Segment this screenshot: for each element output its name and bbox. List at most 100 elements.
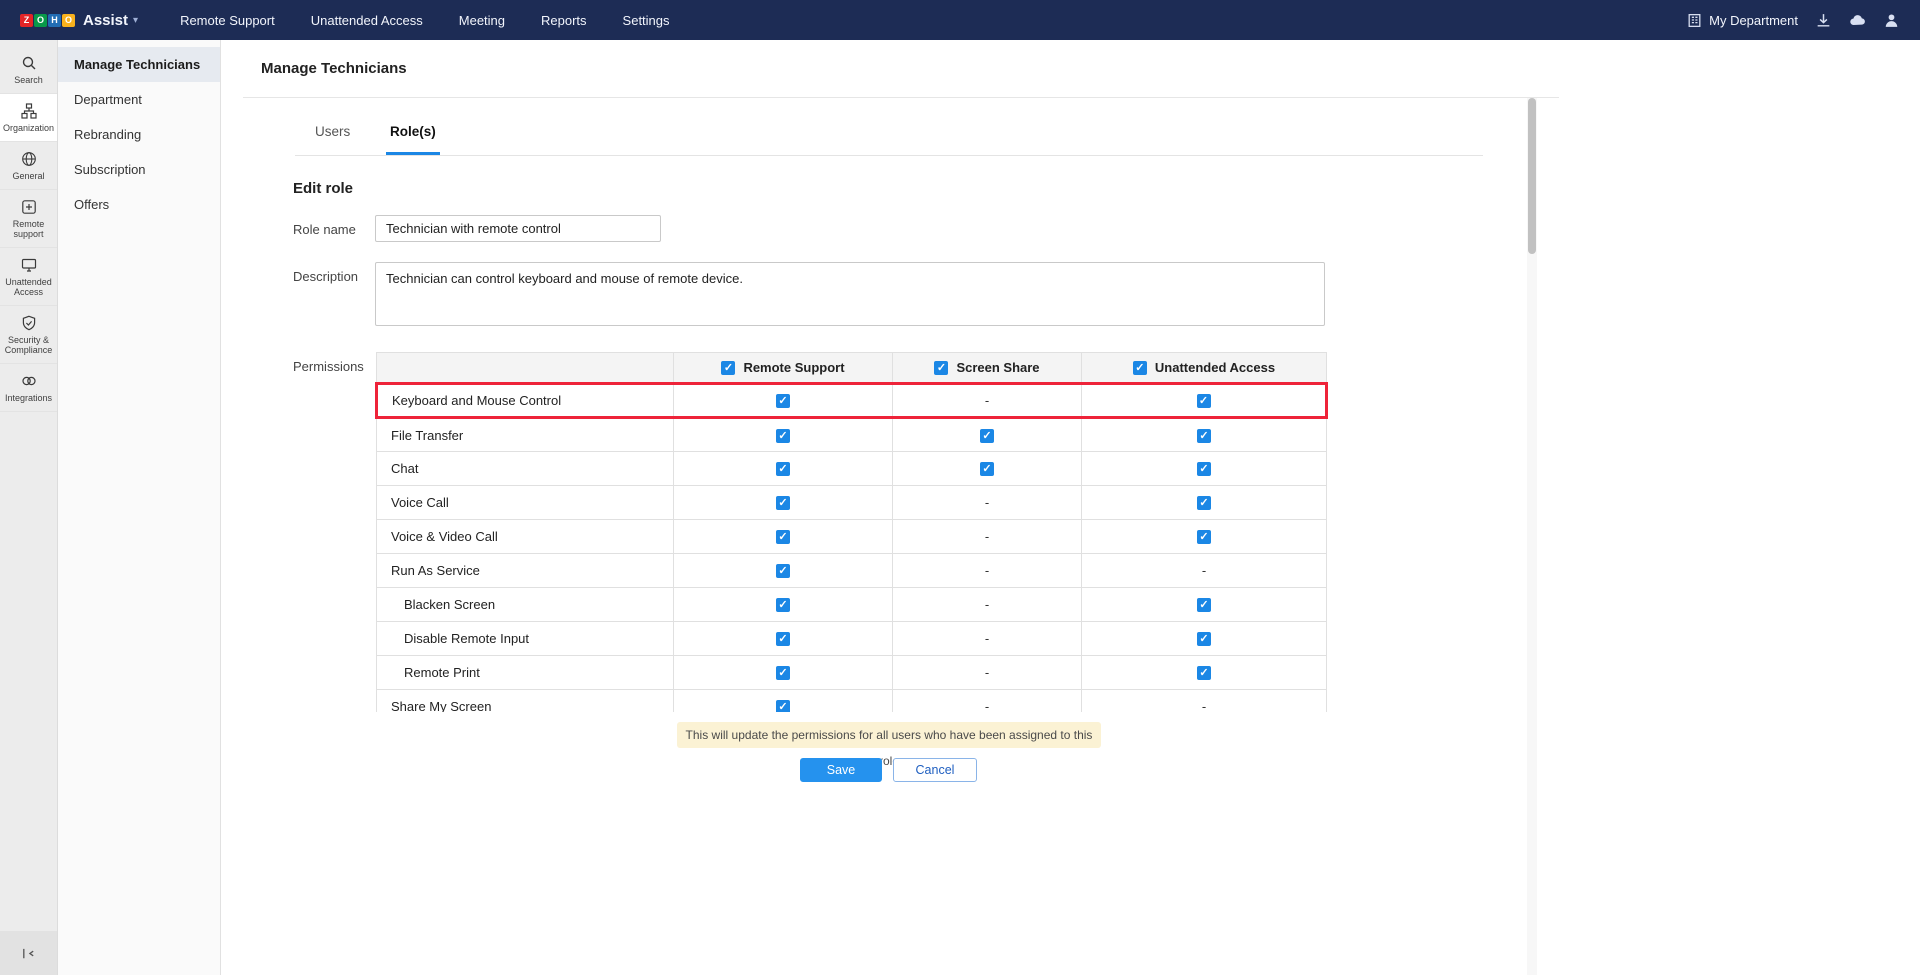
tab-roles[interactable]: Role(s) [386,120,440,155]
permissions-table-wrap: ✓Remote Support✓Screen Share✓Unattended … [375,352,1331,712]
permission-cell: ✓ [674,520,893,554]
sidebar-item-label: Integrations [5,393,52,403]
collapse-sidebar-button[interactable] [0,931,57,975]
permission-cell: ✓ [674,418,893,452]
edit-role-heading: Edit role [293,180,353,197]
cloud-icon[interactable] [1849,12,1866,29]
download-icon[interactable] [1815,12,1832,29]
permission-checkbox-checked[interactable]: ✓ [980,462,994,476]
subnav-rebranding[interactable]: Rebranding [58,117,220,152]
logo-letter-o1: O [34,14,47,27]
nav-settings[interactable]: Settings [623,13,670,28]
subnav-department[interactable]: Department [58,82,220,117]
permission-checkbox-checked[interactable]: ✓ [1197,462,1211,476]
permissions-label: Permissions [293,359,364,374]
nav-remote-support[interactable]: Remote Support [180,13,275,28]
permission-checkbox-checked[interactable]: ✓ [776,429,790,443]
search-icon [21,55,37,71]
permission-checkbox-checked[interactable]: ✓ [1197,666,1211,680]
permission-cell: ✓ [1082,520,1327,554]
sidebar-item-organization[interactable]: Organization [0,94,57,142]
permission-feature-name: Keyboard and Mouse Control [377,384,674,418]
main-content: Users Role(s) Edit role Role name Descri… [221,98,1561,918]
permission-checkbox-checked[interactable]: ✓ [1197,632,1211,646]
permission-cell: ✓ [674,554,893,588]
sidebar-item-security-compliance[interactable]: Security & Compliance [0,306,57,364]
column-label: Unattended Access [1155,360,1275,375]
page-title: Manage Technicians [243,40,1559,98]
permission-checkbox-checked[interactable]: ✓ [1197,394,1211,408]
unattended-access-icon [21,257,37,273]
brand-name[interactable]: Assist [83,12,128,29]
permission-checkbox-checked[interactable]: ✓ [776,462,790,476]
subnav-offers[interactable]: Offers [58,187,220,222]
permission-checkbox-checked[interactable]: ✓ [776,598,790,612]
sidebar-item-general[interactable]: General [0,142,57,190]
permission-cell-not-applicable: - [893,588,1082,622]
sidebar-item-unattended-access[interactable]: Unattended Access [0,248,57,306]
permission-cell: ✓ [674,588,893,622]
permission-row: Run As Service✓-- [377,554,1327,588]
permission-cell: ✓ [1082,384,1327,418]
subnav-subscription[interactable]: Subscription [58,152,220,187]
vertical-scrollbar[interactable] [1527,98,1537,975]
permission-cell-not-applicable: - [1082,554,1327,588]
update-permissions-notice: This will update the permissions for all… [677,722,1101,748]
nav-unattended-access[interactable]: Unattended Access [311,13,423,28]
user-profile-icon[interactable] [1883,12,1900,29]
organization-icon [21,103,37,119]
permission-checkbox-checked[interactable]: ✓ [776,632,790,646]
column-select-all-checkbox[interactable]: ✓ [721,361,735,375]
permission-cell-not-applicable: - [893,690,1082,713]
feature-column-header [377,353,674,384]
sidebar-item-integrations[interactable]: Integrations [0,364,57,412]
permission-feature-name: Voice & Video Call [377,520,674,554]
nav-reports[interactable]: Reports [541,13,587,28]
globe-icon [21,151,37,167]
scrollbar-thumb[interactable] [1528,98,1536,254]
save-button[interactable]: Save [800,758,882,782]
sidebar-item-remote-support[interactable]: Remote support [0,190,57,248]
column-select-all-checkbox[interactable]: ✓ [1133,361,1147,375]
permission-checkbox-checked[interactable]: ✓ [776,666,790,680]
permission-cell: ✓ [1082,418,1327,452]
column-select-all-checkbox[interactable]: ✓ [934,361,948,375]
my-department-selector[interactable]: My Department [1686,12,1798,29]
sidebar-item-search[interactable]: Search [0,46,57,94]
sidebar-item-label: Remote support [2,219,55,239]
permission-checkbox-checked[interactable]: ✓ [776,496,790,510]
permission-feature-name: Blacken Screen [377,588,674,622]
tab-users[interactable]: Users [311,120,354,152]
topnav-right: My Department [1686,12,1900,29]
permission-checkbox-checked[interactable]: ✓ [980,429,994,443]
permission-row: Voice & Video Call✓-✓ [377,520,1327,554]
logo-letter-o2: O [62,14,75,27]
permission-checkbox-checked[interactable]: ✓ [776,564,790,578]
logo-letter-h: H [48,14,61,27]
description-textarea[interactable]: Technician can control keyboard and mous… [375,262,1325,326]
permission-checkbox-checked[interactable]: ✓ [1197,530,1211,544]
subnav-manage-technicians[interactable]: Manage Technicians [58,47,220,82]
my-department-label: My Department [1709,13,1798,28]
main-panel: Manage Technicians Users Role(s) Edit ro… [221,40,1920,975]
permission-cell-not-applicable: - [1082,690,1327,713]
permission-checkbox-checked[interactable]: ✓ [776,530,790,544]
icon-sidebar: Search Organization General Remote suppo… [0,40,58,975]
cancel-button[interactable]: Cancel [893,758,977,782]
nav-meeting[interactable]: Meeting [459,13,505,28]
permission-cell: ✓ [1082,588,1327,622]
role-name-input[interactable] [375,215,661,242]
permission-checkbox-checked[interactable]: ✓ [1197,496,1211,510]
permission-checkbox-checked[interactable]: ✓ [1197,598,1211,612]
permission-checkbox-checked[interactable]: ✓ [776,700,790,712]
permission-row: Disable Remote Input✓-✓ [377,622,1327,656]
permission-row: File Transfer✓✓✓ [377,418,1327,452]
zoho-logo[interactable]: Z O H O [20,14,75,27]
permission-cell: ✓ [1082,622,1327,656]
chevron-down-icon[interactable]: ▾ [133,15,138,26]
permission-row: Share My Screen✓-- [377,690,1327,713]
permission-checkbox-checked[interactable]: ✓ [1197,429,1211,443]
permission-checkbox-checked[interactable]: ✓ [776,394,790,408]
column-label: Screen Share [956,360,1039,375]
permission-row: Remote Print✓-✓ [377,656,1327,690]
